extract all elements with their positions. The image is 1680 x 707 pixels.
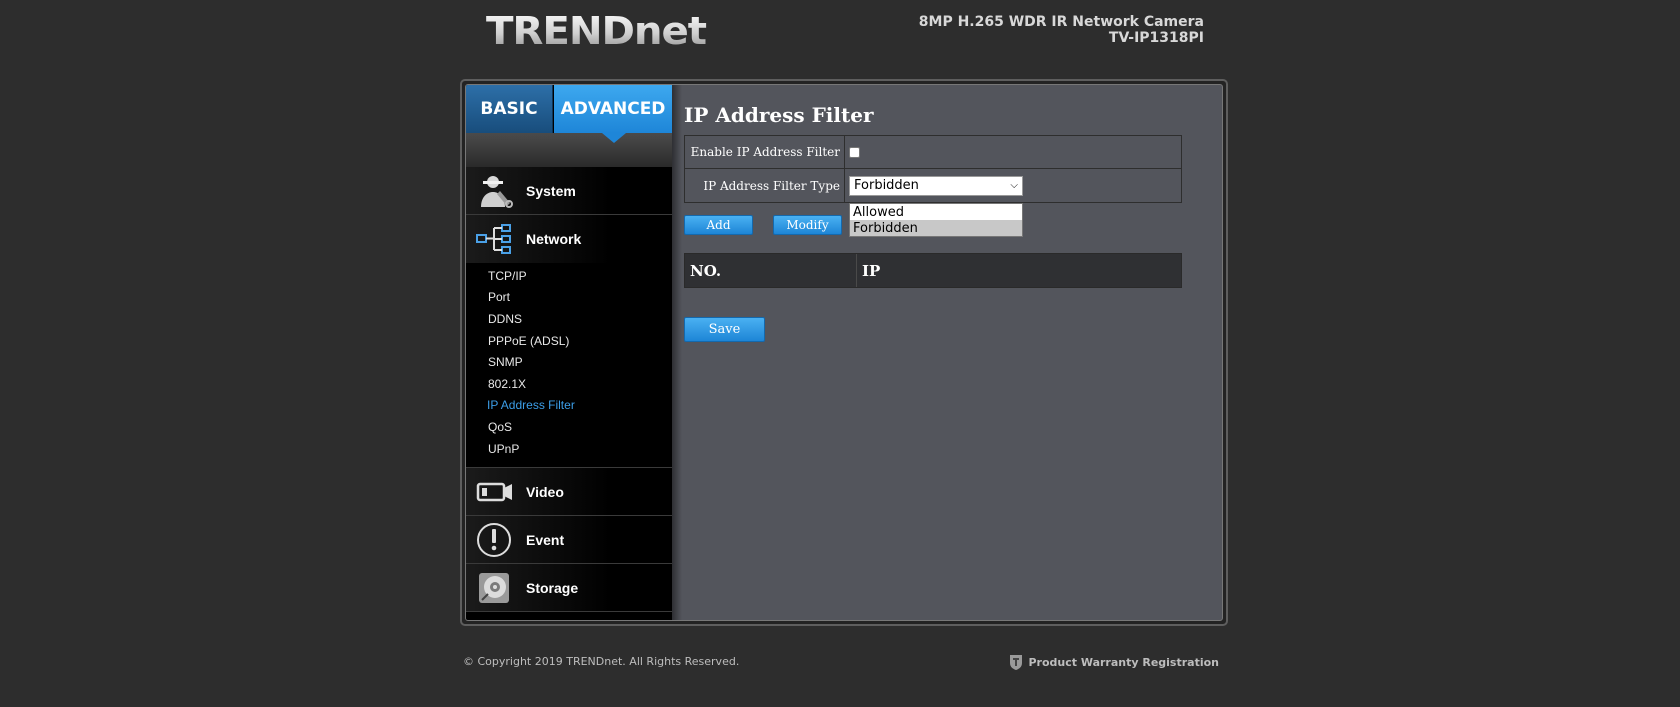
logo-text: TRENDnet bbox=[486, 10, 707, 50]
tab-basic[interactable]: BASIC bbox=[466, 85, 553, 133]
trendnet-logo: TRENDnet bbox=[486, 9, 708, 53]
model-info: 8MP H.265 WDR IR Network Camera TV-IP131… bbox=[919, 14, 1204, 46]
dropdown-option-allowed[interactable]: Allowed bbox=[850, 204, 1022, 220]
technician-icon bbox=[476, 173, 514, 209]
save-button[interactable]: Save bbox=[684, 317, 765, 342]
form-row-enable: Enable IP Address Filter bbox=[685, 136, 1181, 169]
dropdown-option-forbidden[interactable]: Forbidden bbox=[850, 220, 1022, 236]
submenu-item-ip-address-filter[interactable]: IP Address Filter bbox=[466, 395, 672, 417]
sidebar-item-network[interactable]: Network bbox=[466, 215, 672, 263]
chevron-down-icon: ⌵ bbox=[1010, 180, 1018, 191]
tab-advanced[interactable]: ADVANCED bbox=[554, 85, 672, 133]
sidebar-spacer bbox=[466, 133, 672, 167]
network-tree-icon bbox=[476, 221, 514, 257]
sidebar-item-system[interactable]: System bbox=[466, 167, 672, 215]
model-number: TV-IP1318PI bbox=[1108, 30, 1204, 46]
filter-type-select[interactable]: Forbidden ⌵ bbox=[849, 175, 1023, 196]
model-name: 8MP H.265 WDR IR Network Camera bbox=[918, 14, 1204, 30]
content-panel: IP Address Filter Enable IP Address Filt… bbox=[682, 85, 1222, 620]
form-value bbox=[845, 136, 1181, 168]
sidebar-item-storage[interactable]: Storage bbox=[466, 564, 672, 613]
warranty-label: Product Warranty Registration bbox=[1028, 655, 1219, 669]
page-title: IP Address Filter bbox=[684, 103, 874, 127]
submenu-item-upnp[interactable]: UPnP bbox=[466, 438, 672, 460]
submenu-item-tcpip[interactable]: TCP/IP bbox=[466, 265, 672, 287]
column-header-ip: IP bbox=[862, 261, 881, 280]
sidebar-item-event[interactable]: Event bbox=[466, 516, 672, 565]
modify-button[interactable]: Modify bbox=[773, 215, 842, 235]
sidebar-item-label: Event bbox=[526, 531, 565, 548]
mode-tabs: BASIC ADVANCED bbox=[466, 85, 672, 133]
form-value: Forbidden ⌵ bbox=[845, 169, 1181, 202]
submenu-item-port[interactable]: Port bbox=[466, 287, 672, 309]
ip-list-table: NO. IP bbox=[684, 253, 1182, 288]
sidebar-item-label: Video bbox=[526, 483, 564, 500]
sidebar-item-video[interactable]: Video bbox=[466, 468, 672, 517]
submenu-item-ddns[interactable]: DDNS bbox=[466, 308, 672, 330]
enable-filter-label: Enable IP Address Filter bbox=[685, 136, 845, 168]
submenu-item-pppoe[interactable]: PPPoE (ADSL) bbox=[466, 330, 672, 352]
active-tab-arrow bbox=[602, 133, 626, 143]
sidebar: BASIC ADVANCED System Network TCP/IP Por… bbox=[466, 85, 682, 620]
submenu-item-8021x[interactable]: 802.1X bbox=[466, 373, 672, 395]
sidebar-menu: System Network TCP/IP Port DDNS PPPoE (A… bbox=[466, 167, 672, 613]
exclamation-icon bbox=[476, 522, 514, 558]
filter-type-selected-value: Forbidden bbox=[854, 178, 919, 193]
hard-disk-icon bbox=[476, 570, 514, 606]
frame-inner: BASIC ADVANCED System Network TCP/IP Por… bbox=[465, 84, 1223, 621]
form-row-filter-type: IP Address Filter Type Forbidden ⌵ bbox=[685, 169, 1181, 202]
sidebar-item-label: Storage bbox=[526, 579, 579, 596]
copyright-text: © Copyright 2019 TRENDnet. All Rights Re… bbox=[463, 655, 740, 668]
sidebar-item-label: Network bbox=[526, 231, 582, 247]
submenu-item-snmp[interactable]: SNMP bbox=[466, 351, 672, 373]
warranty-link[interactable]: Product Warranty Registration bbox=[1009, 653, 1219, 671]
add-button[interactable]: Add bbox=[684, 215, 753, 235]
network-submenu: TCP/IP Port DDNS PPPoE (ADSL) SNMP 802.1… bbox=[466, 263, 672, 469]
video-camera-icon bbox=[476, 474, 514, 510]
filter-type-dropdown: Allowed Forbidden bbox=[849, 203, 1023, 237]
main-frame: BASIC ADVANCED System Network TCP/IP Por… bbox=[460, 79, 1228, 626]
settings-form: Enable IP Address Filter IP Address Filt… bbox=[684, 135, 1182, 203]
shield-icon bbox=[1009, 653, 1023, 671]
enable-filter-checkbox[interactable] bbox=[849, 146, 860, 158]
submenu-item-qos[interactable]: QoS bbox=[466, 416, 672, 438]
filter-type-label: IP Address Filter Type bbox=[685, 169, 845, 202]
column-header-no: NO. bbox=[685, 254, 857, 287]
sidebar-item-label: System bbox=[526, 182, 576, 199]
